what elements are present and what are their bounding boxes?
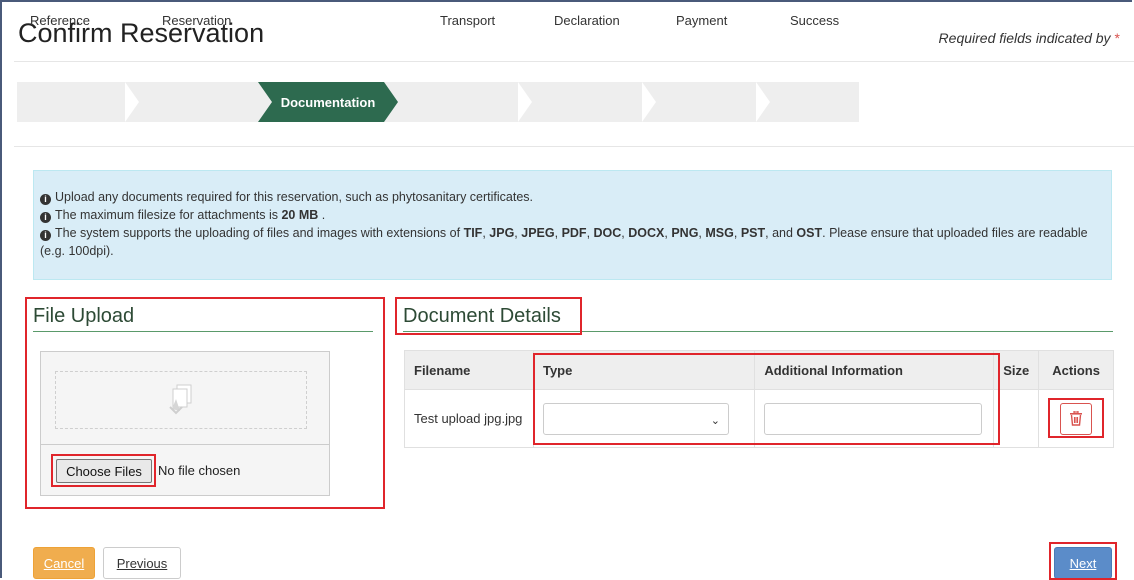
step-declaration[interactable]: Declaration: [554, 0, 620, 40]
ext-pst: PST: [740, 226, 766, 240]
step-transport[interactable]: Transport: [440, 0, 495, 40]
info-text-1: Upload any documents required for this r…: [55, 190, 534, 204]
annotation-box-type-additional-info: [533, 353, 1000, 445]
previous-label: Previous: [116, 555, 168, 571]
cell-size: [993, 389, 1040, 448]
info-text-2: The maximum filesize for attachments is: [55, 208, 278, 222]
step-payment[interactable]: Payment: [676, 0, 727, 40]
info-line-2: i The maximum filesize for attachments is…: [40, 206, 1103, 224]
col-filename: Filename: [404, 350, 534, 390]
info-text-2-suffix: .: [321, 208, 326, 222]
info-line-1: i Upload any documents required for this …: [40, 188, 1103, 206]
annotation-box-next: [1049, 542, 1117, 580]
file-panel-divider: [40, 444, 330, 445]
step-success[interactable]: Success: [790, 0, 839, 40]
info-circle-icon: i: [40, 230, 51, 241]
wizard-divider: [14, 146, 1134, 147]
info-text-3: The system supports the uploading of fil…: [55, 226, 461, 240]
annotation-box-document-details: [395, 297, 582, 335]
required-fields-note: Required fields indicated by *: [939, 30, 1120, 46]
cell-filename: Test upload jpg.jpg: [404, 389, 534, 448]
required-fields-text: Required fields indicated by: [938, 30, 1111, 46]
info-circle-icon: i: [40, 194, 51, 205]
annotation-box-delete: [1048, 398, 1104, 438]
info-and: and: [772, 226, 793, 240]
annotation-box-choose-files: [51, 454, 156, 487]
ext-png: PNG: [671, 226, 699, 240]
previous-button[interactable]: Previous: [103, 547, 181, 579]
ext-docx: DOCX: [628, 226, 665, 240]
ext-doc: DOC: [593, 226, 622, 240]
ext-tif: TIF: [463, 226, 483, 240]
col-actions: Actions: [1038, 350, 1114, 390]
step-separator: [756, 82, 770, 122]
required-star: *: [1114, 30, 1120, 46]
upload-files-icon: [169, 384, 192, 415]
file-drop-zone[interactable]: [55, 371, 307, 429]
info-circle-icon: i: [40, 212, 51, 223]
max-filesize-value: 20 MB: [281, 208, 319, 222]
info-alert: i Upload any documents required for this …: [33, 170, 1112, 280]
title-divider: [14, 61, 1134, 62]
cancel-label: Cancel: [43, 555, 85, 571]
ext-pdf: PDF: [561, 226, 587, 240]
ext-jpg: JPG: [489, 226, 515, 240]
step-reservation[interactable]: Reservation: [162, 0, 231, 40]
step-reference[interactable]: Reference: [30, 0, 90, 40]
ext-ost: OST: [796, 226, 823, 240]
step-separator: [125, 82, 139, 122]
ext-msg: MSG: [705, 226, 734, 240]
ext-jpeg: JPEG: [521, 226, 555, 240]
info-line-3: i The system supports the uploading of fi…: [40, 226, 1088, 258]
step-separator: [642, 82, 656, 122]
col-size: Size: [993, 350, 1040, 390]
step-separator: [518, 82, 532, 122]
step-documentation[interactable]: Documentation: [258, 82, 398, 122]
wizard-steps: [17, 82, 859, 122]
cancel-button[interactable]: Cancel: [33, 547, 95, 579]
file-chosen-status: No file chosen: [158, 463, 241, 478]
